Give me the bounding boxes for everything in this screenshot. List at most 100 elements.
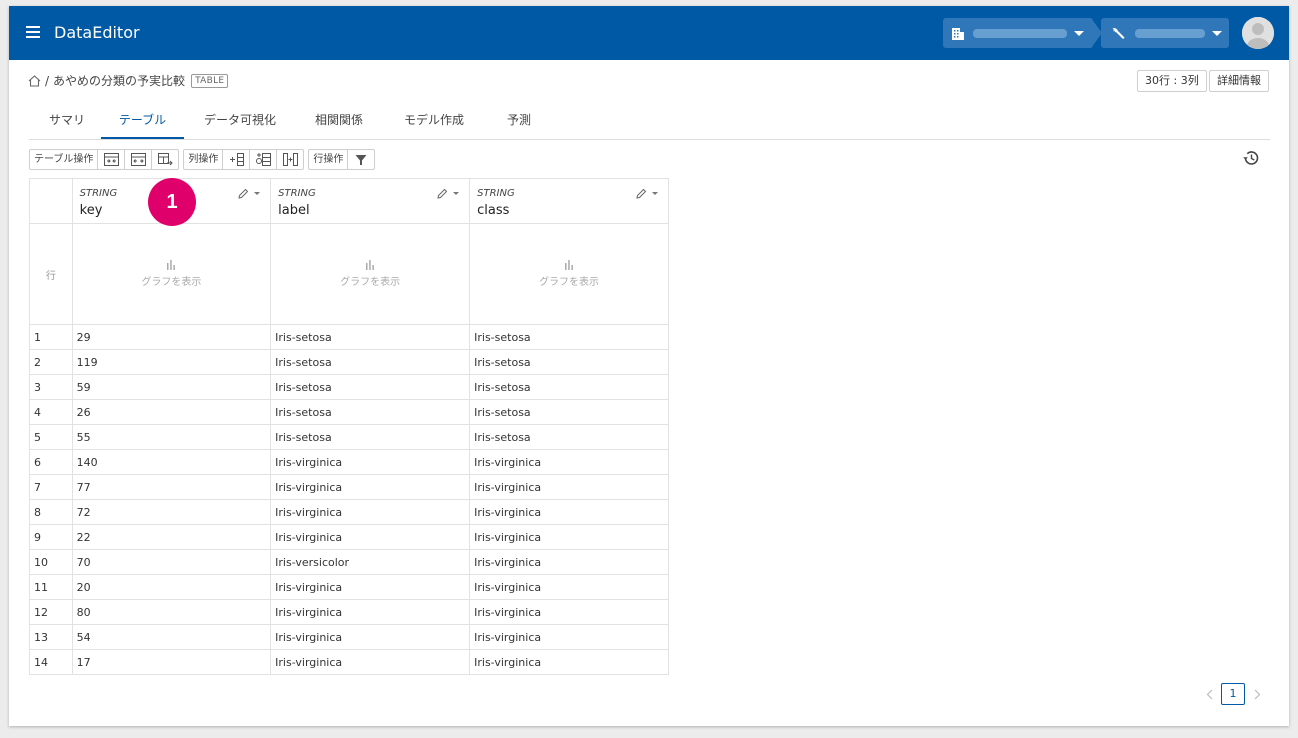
table-cell[interactable]: Iris-virginica xyxy=(469,574,669,600)
column-edit-button[interactable] xyxy=(238,188,261,199)
table-cell[interactable]: Iris-setosa xyxy=(469,399,669,425)
column-type: STRING xyxy=(477,188,515,199)
table-cell[interactable]: 54 xyxy=(71,624,272,650)
column-edit-button[interactable] xyxy=(636,188,658,199)
table-row: 11 20 Iris-virginica Iris-virginica xyxy=(29,574,669,600)
table-cell[interactable]: Iris-virginica xyxy=(270,624,471,650)
column-edit-button[interactable] xyxy=(437,188,460,199)
row-number: 5 xyxy=(29,424,73,450)
show-graph-class[interactable]: グラフを表示 xyxy=(469,223,669,325)
app-window: DataEditor / あやめの分類の予実比較 TABLE 30行: 3列 … xyxy=(9,6,1289,726)
table-cell[interactable]: 22 xyxy=(71,524,272,550)
table-cell[interactable]: 55 xyxy=(71,424,272,450)
size-button[interactable]: 30行 : 3列 xyxy=(1137,70,1207,92)
filter-rows-button[interactable] xyxy=(348,150,374,169)
table-cell[interactable]: Iris-setosa xyxy=(469,374,669,400)
table-export-icon xyxy=(157,153,173,166)
table-cell[interactable]: Iris-setosa xyxy=(270,399,471,425)
table-cell[interactable]: Iris-virginica xyxy=(270,574,471,600)
column-type: STRING xyxy=(79,188,118,199)
column-header-class[interactable]: STRING class xyxy=(469,178,669,224)
table-cell[interactable]: Iris-virginica xyxy=(469,649,669,675)
table-cell[interactable]: Iris-virginica xyxy=(469,549,669,575)
split-column-button[interactable] xyxy=(277,150,303,169)
row-number: 7 xyxy=(29,474,73,500)
row-number: 9 xyxy=(29,524,73,550)
prev-page-button[interactable] xyxy=(1201,684,1217,704)
column-header-label[interactable]: STRING label xyxy=(270,178,471,224)
table-cell[interactable]: 72 xyxy=(71,499,272,525)
row-number: 11 xyxy=(29,574,73,600)
table-cell[interactable]: Iris-setosa xyxy=(469,424,669,450)
page-number[interactable]: 1 xyxy=(1221,683,1245,705)
table-cell[interactable]: Iris-virginica xyxy=(469,624,669,650)
table-cell[interactable]: 20 xyxy=(71,574,272,600)
table-cell[interactable]: 119 xyxy=(71,349,272,375)
row-number: 14 xyxy=(29,649,73,675)
column-name: class xyxy=(477,203,510,218)
table-cell[interactable]: Iris-virginica xyxy=(270,449,471,475)
table-cell[interactable]: 26 xyxy=(71,399,272,425)
table-cell[interactable]: 80 xyxy=(71,599,272,625)
tab-bar: サマリ テーブル データ可視化 相関関係 モデル作成 予測 xyxy=(29,103,1270,140)
table-cell[interactable]: Iris-versicolor xyxy=(270,549,471,575)
table-cell[interactable]: Iris-virginica xyxy=(270,649,471,675)
row-header-label: 行 xyxy=(29,223,73,325)
collapse-table-button[interactable] xyxy=(98,150,126,169)
history-icon[interactable] xyxy=(1242,149,1260,167)
expand-table-button[interactable] xyxy=(125,150,153,169)
show-graph-key[interactable]: グラフを表示 xyxy=(71,223,272,325)
column-formula-button[interactable] xyxy=(250,150,278,169)
row-number: 6 xyxy=(29,449,73,475)
column-ops-label: 列操作 xyxy=(184,150,224,169)
tab-correlation[interactable]: 相関関係 xyxy=(299,103,379,138)
table-cell[interactable]: 70 xyxy=(71,549,272,575)
table-row: 13 54 Iris-virginica Iris-virginica xyxy=(29,624,669,650)
table-cell[interactable]: Iris-virginica xyxy=(469,474,669,500)
row-ops-label: 行操作 xyxy=(309,150,349,169)
table-cell[interactable]: Iris-virginica xyxy=(469,449,669,475)
details-button[interactable]: 詳細情報 xyxy=(1209,70,1269,92)
table-row: 14 17 Iris-virginica Iris-virginica xyxy=(29,649,669,675)
chevron-left-icon xyxy=(1206,689,1212,699)
tab-prediction[interactable]: 予測 xyxy=(489,103,549,138)
menu-icon[interactable] xyxy=(26,26,40,38)
chevron-down-icon xyxy=(652,192,658,195)
toolbar: テーブル操作 列操作 行操作 xyxy=(29,149,379,170)
table-cell[interactable]: 59 xyxy=(71,374,272,400)
show-graph-label: グラフを表示 xyxy=(340,277,401,288)
table-cell[interactable]: Iris-virginica xyxy=(270,499,471,525)
table-cell[interactable]: 140 xyxy=(71,449,272,475)
organization-selector[interactable] xyxy=(943,18,1093,48)
chevron-down-icon xyxy=(254,192,261,195)
table-cell[interactable]: Iris-virginica xyxy=(469,599,669,625)
table-ops-group: テーブル操作 xyxy=(29,149,180,170)
table-cell[interactable]: Iris-virginica xyxy=(270,599,471,625)
table-cell[interactable]: Iris-virginica xyxy=(270,524,471,550)
table-cell[interactable]: Iris-setosa xyxy=(469,324,669,350)
table-cell[interactable]: 77 xyxy=(71,474,272,500)
table-cell[interactable]: Iris-setosa xyxy=(270,349,471,375)
table-cell[interactable]: 29 xyxy=(71,324,272,350)
row-number: 10 xyxy=(29,549,73,575)
table-cell[interactable]: 17 xyxy=(71,649,272,675)
avatar[interactable] xyxy=(1242,17,1274,49)
export-table-button[interactable] xyxy=(152,150,178,169)
next-page-button[interactable] xyxy=(1249,684,1265,704)
tab-summary[interactable]: サマリ xyxy=(29,103,105,138)
tab-visualization[interactable]: データ可視化 xyxy=(189,103,291,138)
tab-table[interactable]: テーブル xyxy=(101,103,184,139)
table-cell[interactable]: Iris-setosa xyxy=(270,424,471,450)
table-cell[interactable]: Iris-setosa xyxy=(469,349,669,375)
row-number: 2 xyxy=(29,349,73,375)
tab-model[interactable]: モデル作成 xyxy=(384,103,484,138)
project-selector[interactable] xyxy=(1101,18,1229,48)
table-cell[interactable]: Iris-virginica xyxy=(469,499,669,525)
table-cell[interactable]: Iris-virginica xyxy=(469,524,669,550)
home-icon[interactable] xyxy=(28,74,41,87)
show-graph-label-col[interactable]: グラフを表示 xyxy=(270,223,471,325)
add-column-button[interactable] xyxy=(223,150,251,169)
table-cell[interactable]: Iris-setosa xyxy=(270,324,471,350)
table-cell[interactable]: Iris-virginica xyxy=(270,474,471,500)
table-cell[interactable]: Iris-setosa xyxy=(270,374,471,400)
